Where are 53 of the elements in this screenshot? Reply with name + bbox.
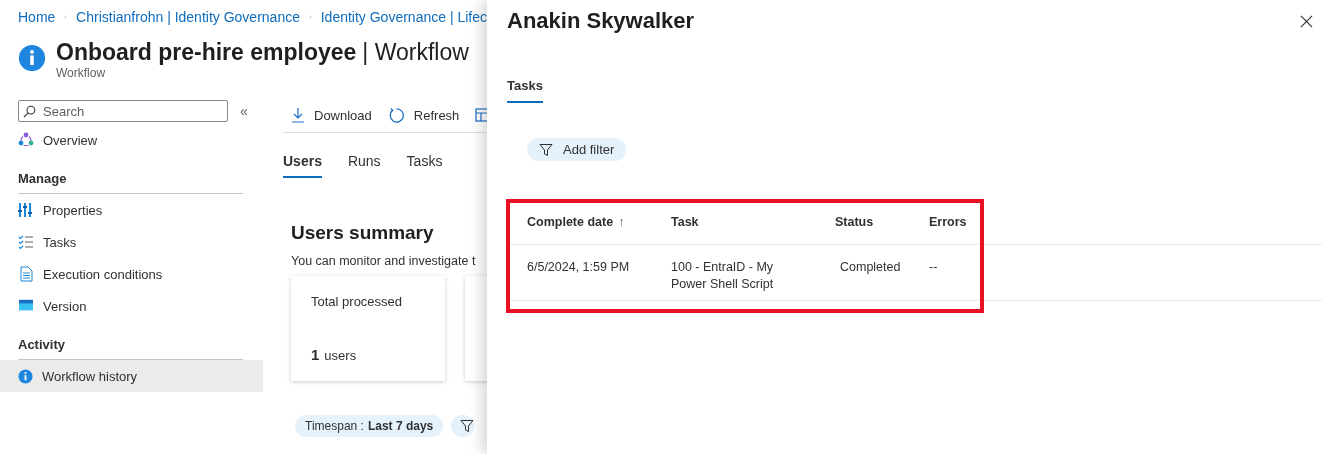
card-label: Total processed [311,294,404,309]
tab[interactable]: Tasks [507,78,543,103]
page-title: Onboard pre-hire employee [56,39,357,65]
breadcrumb-link[interactable]: Christianfrohn | Identity Governance [76,9,300,25]
page-subtitle: Workflow [56,66,107,80]
info-icon [18,368,33,384]
tab[interactable]: Runs [347,153,381,178]
refresh-icon [387,106,405,124]
table-cell-text: 100 - EntraID - My Power Shell Script [671,259,775,293]
timespan-filter[interactable]: Timespan : Last 7 days [295,415,444,437]
panel-title: Anakin Skywalker [507,8,695,34]
breadcrumb-link[interactable]: Identity Governance | Lifec [320,9,487,25]
column-header[interactable]: Task [671,214,835,229]
card-unit: users [324,348,357,363]
table-cell-text: Completed [839,259,902,276]
sliders-icon [18,202,34,218]
tab[interactable]: Users [283,153,322,178]
close-icon[interactable] [1300,14,1313,28]
window-icon [18,299,34,313]
document-icon [18,266,34,282]
nav-item[interactable]: Execution conditions [0,258,263,290]
checklist-icon [18,234,34,250]
tab[interactable]: Tasks [406,153,443,178]
column-header[interactable]: Complete date ↑ [507,214,671,229]
info-icon [18,44,46,72]
add-filter-button[interactable]: Add filter [527,138,627,161]
section-heading: Activity [17,336,66,353]
search-icon [23,105,36,118]
section-description: You can monitor and investigate t [291,254,477,268]
refresh-button[interactable]: Refresh [387,106,460,124]
download-button[interactable]: Download [291,107,372,123]
nav-item[interactable]: Overview [0,124,263,156]
table-settings-icon[interactable] [475,107,487,123]
column-header[interactable]: Status [835,214,929,229]
nav-item[interactable]: Properties [0,194,263,226]
nav-item[interactable]: Tasks [0,226,263,258]
overview-icon [18,132,34,148]
table-cell-text: -- [929,259,939,276]
table-cell-text: 6/5/2024, 1:59 PM [526,259,631,276]
nav-item[interactable]: Workflow history [0,360,263,392]
filter-button[interactable] [451,415,475,437]
section-title: Users summary [291,222,435,244]
search-field[interactable]: Search [18,100,228,122]
nav-item[interactable]: Version [0,290,263,322]
filter-icon [539,142,553,157]
filter-icon [460,419,475,433]
column-header[interactable]: Errors [929,214,989,229]
card-count: 1 [311,346,320,363]
section-heading: Manage [17,170,68,187]
page-title-suffix: | Workflow [362,39,469,65]
breadcrumb-link[interactable]: Home [18,9,56,25]
collapse-button[interactable]: « [240,103,248,119]
download-icon [291,107,305,123]
